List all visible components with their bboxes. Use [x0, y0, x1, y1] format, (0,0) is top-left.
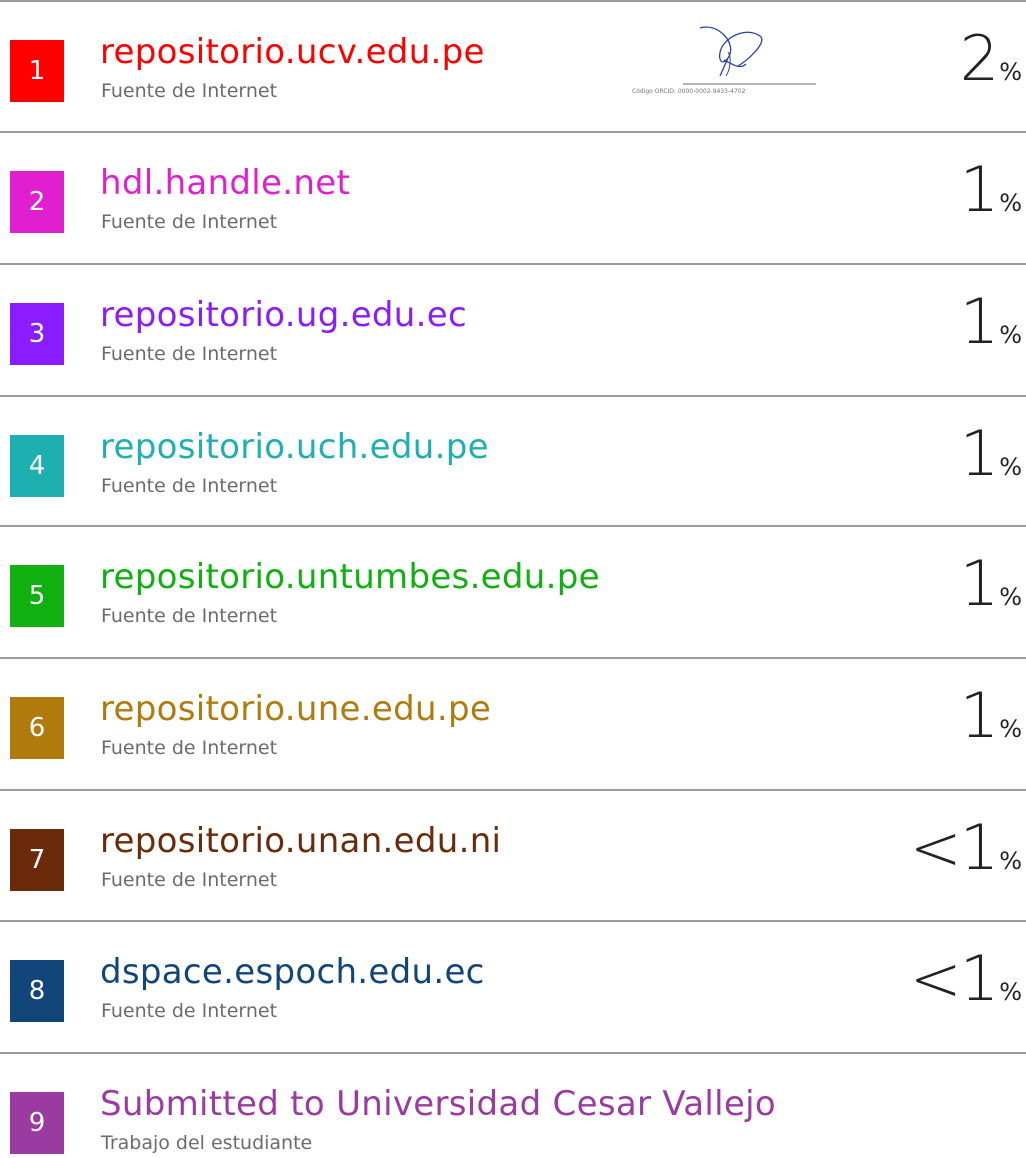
- source-number-badge: 7: [10, 829, 64, 891]
- percent-sign: %: [999, 715, 1022, 743]
- match-percentage: 1 %: [960, 291, 1022, 353]
- percent-sign: %: [999, 583, 1022, 611]
- source-number-badge: 4: [10, 435, 64, 497]
- source-row-3: 3 repositorio.ug.edu.ec Fuente de Intern…: [0, 265, 1026, 397]
- source-number-badge: 9: [10, 1092, 64, 1154]
- sources-list: 1 repositorio.ucv.edu.pe Fuente de Inter…: [0, 0, 1026, 1158]
- source-number-badge: 8: [10, 960, 64, 1022]
- percent-sign: %: [999, 58, 1022, 86]
- source-number-badge: 5: [10, 565, 64, 627]
- source-row-8: 8 dspace.espoch.edu.ec Fuente de Interne…: [0, 922, 1026, 1054]
- signature-caption: Código ORCID: 0000-0002-9433-4702: [632, 88, 746, 95]
- percentage-value: 1: [959, 417, 999, 490]
- percentage-value: 1: [959, 679, 999, 752]
- source-title-link[interactable]: hdl.handle.net: [100, 163, 350, 203]
- source-type-label: Fuente de Internet: [101, 475, 278, 497]
- source-row-1: 1 repositorio.ucv.edu.pe Fuente de Inter…: [0, 2, 1026, 134]
- source-number-badge: 6: [10, 697, 64, 759]
- source-row-4: 4 repositorio.uch.edu.pe Fuente de Inter…: [0, 397, 1026, 529]
- percentage-value: 1: [959, 153, 999, 226]
- percent-sign: %: [999, 189, 1022, 217]
- source-title-link[interactable]: Submitted to Universidad Cesar Vallejo: [100, 1084, 776, 1124]
- source-row-6: 6 repositorio.une.edu.pe Fuente de Inter…: [0, 659, 1026, 791]
- source-type-label: Fuente de Internet: [101, 80, 278, 102]
- percentage-value: 1: [959, 285, 999, 358]
- source-type-label: Fuente de Internet: [101, 737, 278, 759]
- percentage-value: <1: [909, 811, 999, 884]
- source-title-link[interactable]: repositorio.ug.edu.ec: [100, 295, 467, 335]
- source-row-9: 9 Submitted to Universidad Cesar Vallejo…: [0, 1054, 1026, 1158]
- source-title-link[interactable]: repositorio.une.edu.pe: [100, 689, 491, 729]
- source-title-link[interactable]: dspace.espoch.edu.ec: [100, 952, 485, 992]
- source-type-label: Fuente de Internet: [101, 211, 278, 233]
- percent-sign: %: [999, 321, 1022, 349]
- source-title-link[interactable]: repositorio.unan.edu.ni: [100, 821, 501, 861]
- source-type-label: Trabajo del estudiante: [101, 1132, 313, 1154]
- match-percentage: 2 %: [960, 28, 1022, 90]
- percentage-value: <1: [909, 942, 999, 1015]
- match-percentage: <1 %: [910, 817, 1022, 879]
- percent-sign: %: [999, 978, 1022, 1006]
- match-percentage: 1 %: [960, 423, 1022, 485]
- match-percentage: <1 %: [910, 948, 1022, 1010]
- source-type-label: Fuente de Internet: [101, 605, 278, 627]
- source-row-7: 7 repositorio.unan.edu.ni Fuente de Inte…: [0, 791, 1026, 923]
- match-percentage: 1 %: [960, 685, 1022, 747]
- percent-sign: %: [999, 847, 1022, 875]
- match-percentage: 1 %: [960, 553, 1022, 615]
- percent-sign: %: [999, 453, 1022, 481]
- source-row-2: 2 hdl.handle.net Fuente de Internet 1 %: [0, 133, 1026, 265]
- match-percentage: 1 %: [960, 159, 1022, 221]
- source-type-label: Fuente de Internet: [101, 343, 278, 365]
- percentage-value: 1: [959, 547, 999, 620]
- source-type-label: Fuente de Internet: [101, 1000, 278, 1022]
- source-number-badge: 3: [10, 303, 64, 365]
- source-number-badge: 2: [10, 171, 64, 233]
- source-number-badge: 1: [10, 40, 64, 102]
- percentage-value: 2: [959, 22, 999, 95]
- source-row-5: 5 repositorio.untumbes.edu.pe Fuente de …: [0, 527, 1026, 659]
- source-title-link[interactable]: repositorio.ucv.edu.pe: [100, 32, 485, 72]
- source-type-label: Fuente de Internet: [101, 869, 278, 891]
- source-title-link[interactable]: repositorio.untumbes.edu.pe: [100, 557, 600, 597]
- source-title-link[interactable]: repositorio.uch.edu.pe: [100, 427, 489, 467]
